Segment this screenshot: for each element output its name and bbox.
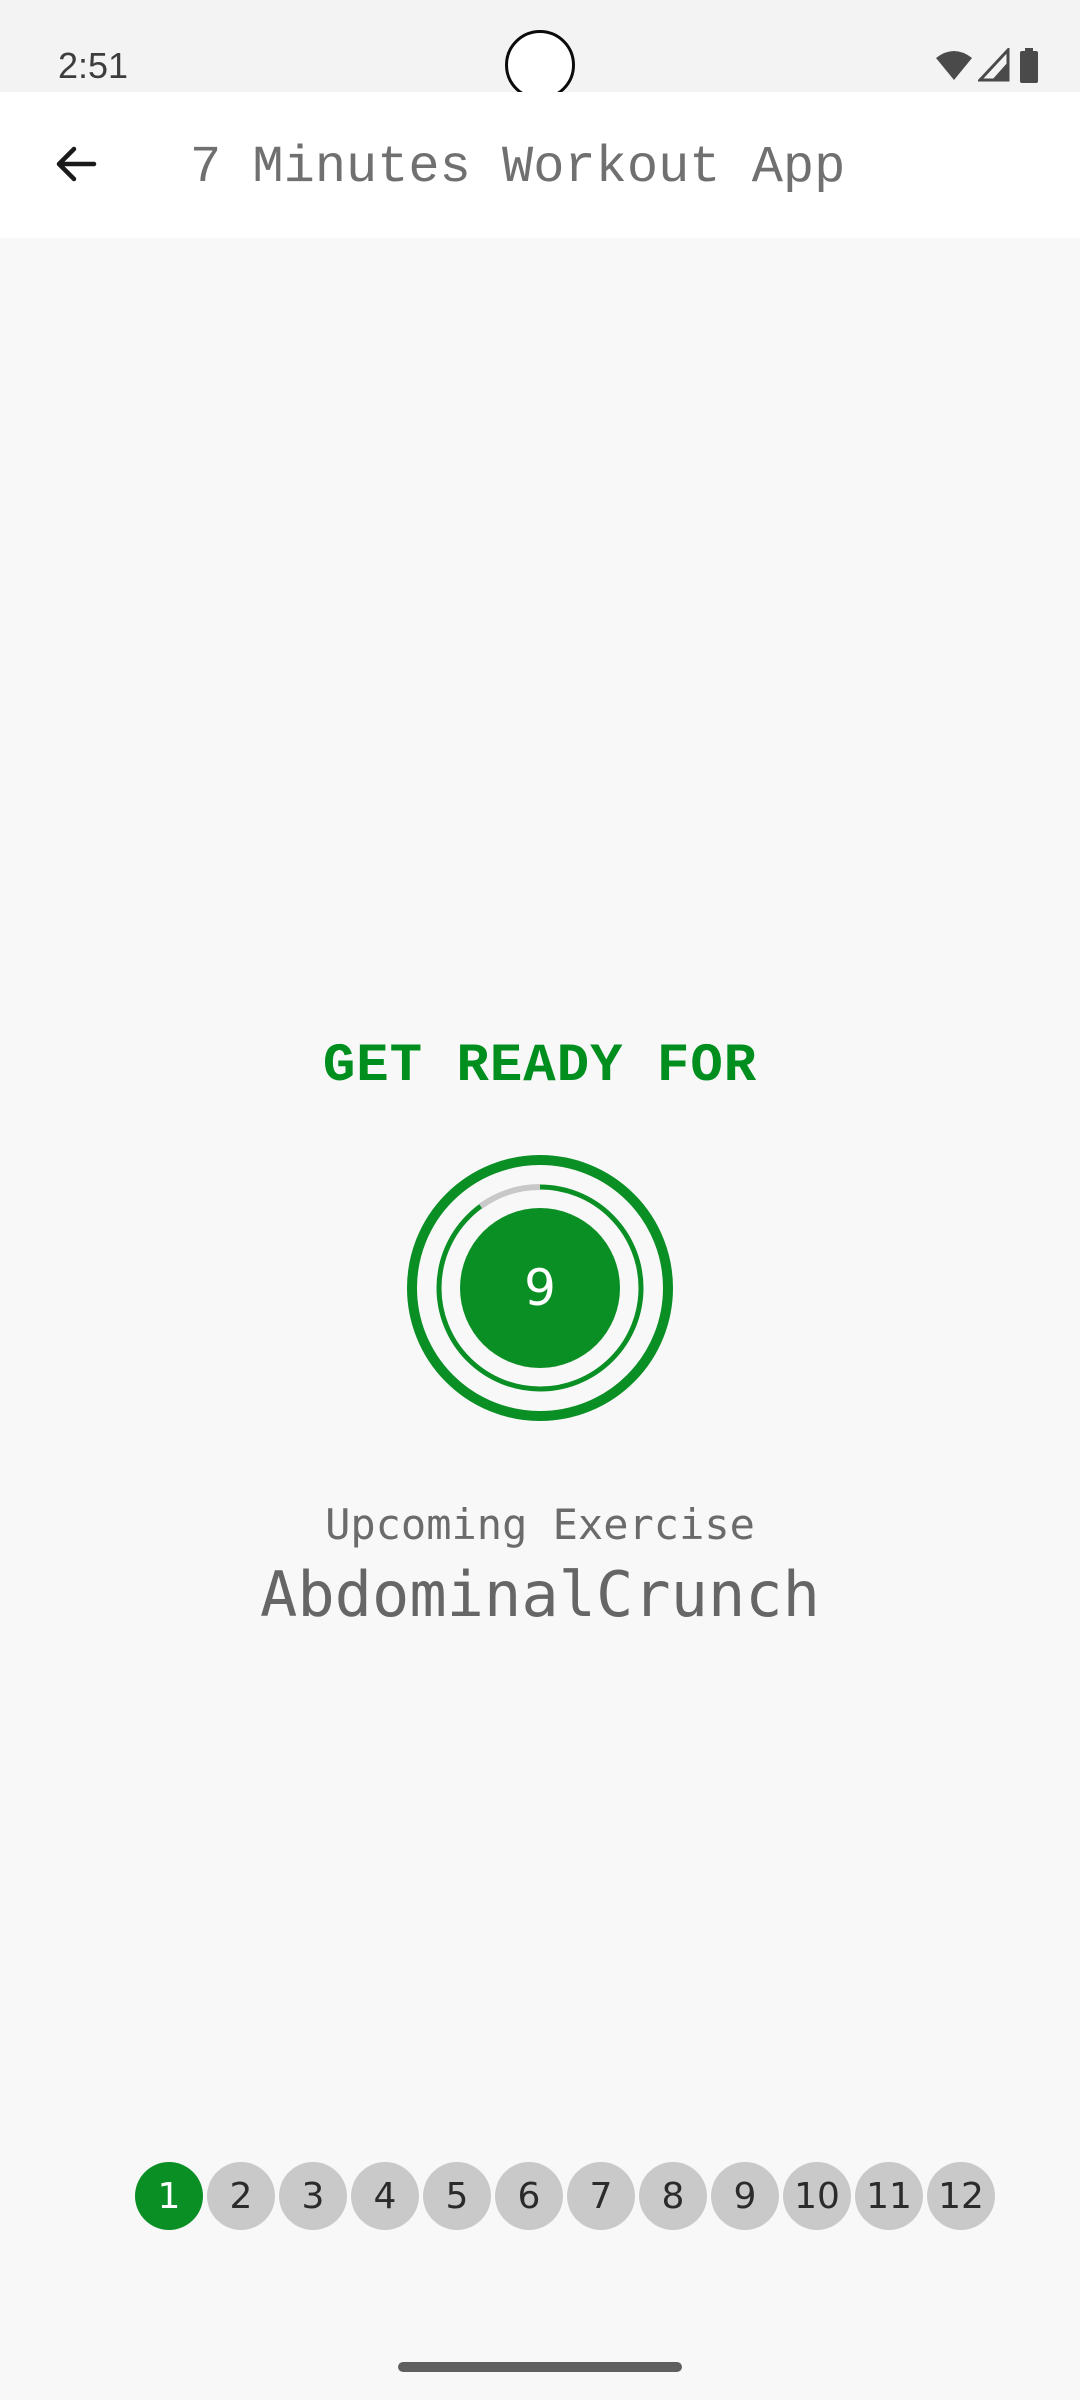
- exercise-step-9: 9: [711, 2162, 779, 2230]
- exercise-step-5: 5: [423, 2162, 491, 2230]
- exercise-step-1: 1: [135, 2162, 203, 2230]
- exercise-step-12: 12: [927, 2162, 995, 2230]
- exercise-step-3: 3: [279, 2162, 347, 2230]
- arrow-left-icon: [56, 146, 97, 182]
- camera-cutout: [505, 30, 575, 100]
- cell-signal-icon: [978, 48, 1010, 82]
- exercise-step-7: 7: [567, 2162, 635, 2230]
- battery-icon: [1020, 48, 1038, 83]
- status-time: 2:51: [58, 45, 129, 86]
- page-title: 7 Minutes Workout App: [190, 138, 846, 197]
- exercise-name: AbdominalCrunch: [260, 1558, 820, 1631]
- exercise-step-4: 4: [351, 2162, 419, 2230]
- timer-value: 9: [460, 1208, 620, 1368]
- back-button[interactable]: [28, 116, 124, 212]
- wifi-icon: [936, 51, 972, 80]
- exercise-step-8: 8: [639, 2162, 707, 2230]
- app-bar: 7 Minutes Workout App: [0, 92, 1080, 238]
- home-indicator[interactable]: [398, 2362, 682, 2372]
- exercise-step-11: 11: [855, 2162, 923, 2230]
- countdown-timer: 9: [407, 1155, 673, 1421]
- exercise-step-10: 10: [783, 2162, 851, 2230]
- exercise-step-2: 2: [207, 2162, 275, 2230]
- status-icons: [882, 48, 1042, 88]
- get-ready-heading: GET READY FOR: [322, 1036, 758, 1097]
- exercise-step-6: 6: [495, 2162, 563, 2230]
- status-bar: 2:51: [0, 0, 1080, 100]
- exercise-progress-steps: 1 2 3 4 5 6 7 8 9 10 11 12: [135, 2162, 995, 2230]
- upcoming-exercise-label: Upcoming Exercise: [325, 1500, 755, 1549]
